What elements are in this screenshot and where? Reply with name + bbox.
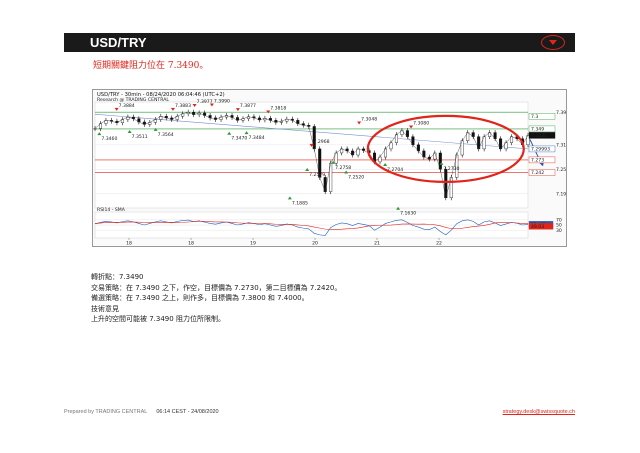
pivot-low-label: 7.2730 xyxy=(443,166,459,172)
prepared-by: Prepared by TRADING CENTRAL xyxy=(64,409,148,415)
rsi-tick-label: 50 xyxy=(556,223,562,229)
rsi-tick-label: 70 xyxy=(556,217,562,223)
price-tick-label: 7.19 xyxy=(556,191,566,197)
pivot-low-label: 7.1630 xyxy=(400,211,416,217)
headline: 短期關鍵阻力位在 7.3490。 xyxy=(93,61,209,71)
rsi-tag-label: 49.03 xyxy=(531,224,544,230)
price-candle-body xyxy=(93,128,97,130)
pivot-high-label: 7.3883 xyxy=(175,103,191,109)
pivot-high-label: 7.3818 xyxy=(270,106,286,112)
rsi-tick-label: 30 xyxy=(556,228,562,234)
alternative-line: 備選策略：在 7.3490 之上，則作多，目標價為 7.3800 和 7.400… xyxy=(91,294,309,303)
date-label: 20 xyxy=(312,241,318,247)
analysis-text: 轉折點：7.3490 交易策略：在 7.3490 之下，作空，目標價為 7.27… xyxy=(91,272,531,325)
pivot-high-label: 7.2968 xyxy=(314,139,330,145)
date-label: 21 xyxy=(374,241,380,247)
footer-credit: Prepared by TRADING CENTRAL 06:14 CEST - … xyxy=(64,409,219,415)
pivot-low-label: 7.3460 xyxy=(101,136,117,142)
price-chart-svg: 7.39 7.31 7.25 7.19 705030 7.3884 7.3883 7.3977… xyxy=(93,92,566,247)
pivot-high-label: 7.3977 xyxy=(197,99,213,105)
price-tick-label: 7.25 xyxy=(556,167,566,173)
pivot-low-label: 7.2758 xyxy=(335,165,351,171)
date-label: 18 xyxy=(126,241,132,247)
pivot-low-label: 7.1885 xyxy=(292,200,308,206)
pivot-high-label: 7.3884 xyxy=(119,103,135,109)
pivot-low-label: 7.3511 xyxy=(132,134,148,140)
price-tick-label: 7.39 xyxy=(556,110,566,116)
price-tag-label: 7.242 xyxy=(531,170,544,176)
pivot-low-label: 7.3564 xyxy=(158,132,174,138)
price-tag-label: 7.349 xyxy=(531,127,544,133)
date-label: 22 xyxy=(436,241,442,247)
pivot-low-label: 7.3470 xyxy=(231,136,247,142)
price-tick-label: 7.31 xyxy=(556,142,566,148)
date-label: 18 xyxy=(188,241,194,247)
price-chart: 7.39 7.31 7.25 7.19 70 50 30 7.3884 7.3883 7.3977… xyxy=(92,89,567,247)
pivot-high-label: 7.3877 xyxy=(240,103,256,109)
pivot-low-label: 7.2520 xyxy=(348,174,364,180)
header-bar: USD/TRY xyxy=(64,33,575,52)
pivot-line: 轉折點：7.3490 xyxy=(91,273,144,281)
collapse-toggle-icon[interactable] xyxy=(541,35,565,50)
chart-source: Research @ TRADING CENTRAL xyxy=(97,97,169,103)
pivot-low-label: 7.2579 xyxy=(309,172,325,178)
rsi-label: RSI14 - SMA xyxy=(97,207,126,213)
date-label: 19 xyxy=(250,241,256,247)
page-title: USD/TRY xyxy=(90,35,147,50)
pivot-high-label: 7.3048 xyxy=(361,117,377,123)
strategy-line: 交易策略：在 7.3490 之下，作空，目標價為 7.2730，第二目標價為 7… xyxy=(91,283,342,292)
contact-email-link[interactable]: strategy.desk@swissquote.ch xyxy=(503,409,575,415)
price-tag-label: 7.29993 xyxy=(531,147,550,153)
footer-timestamp: 06:14 CEST - 24/08/2020 xyxy=(156,409,219,415)
price-tag-label: 7.3 xyxy=(531,114,538,120)
comment-line: 上升的空間可能被 7.3490 阻力位所限制。 xyxy=(91,315,225,324)
pivot-high-label: 7.3990 xyxy=(214,99,230,105)
comment-title: 技術意見 xyxy=(91,304,119,313)
price-tag-label: 7.3331 xyxy=(531,133,547,139)
price-tag-label: 7.273 xyxy=(531,158,544,164)
pivot-high-label: 7.3080 xyxy=(413,121,429,127)
pivot-low-label: 7.3484 xyxy=(249,135,265,141)
